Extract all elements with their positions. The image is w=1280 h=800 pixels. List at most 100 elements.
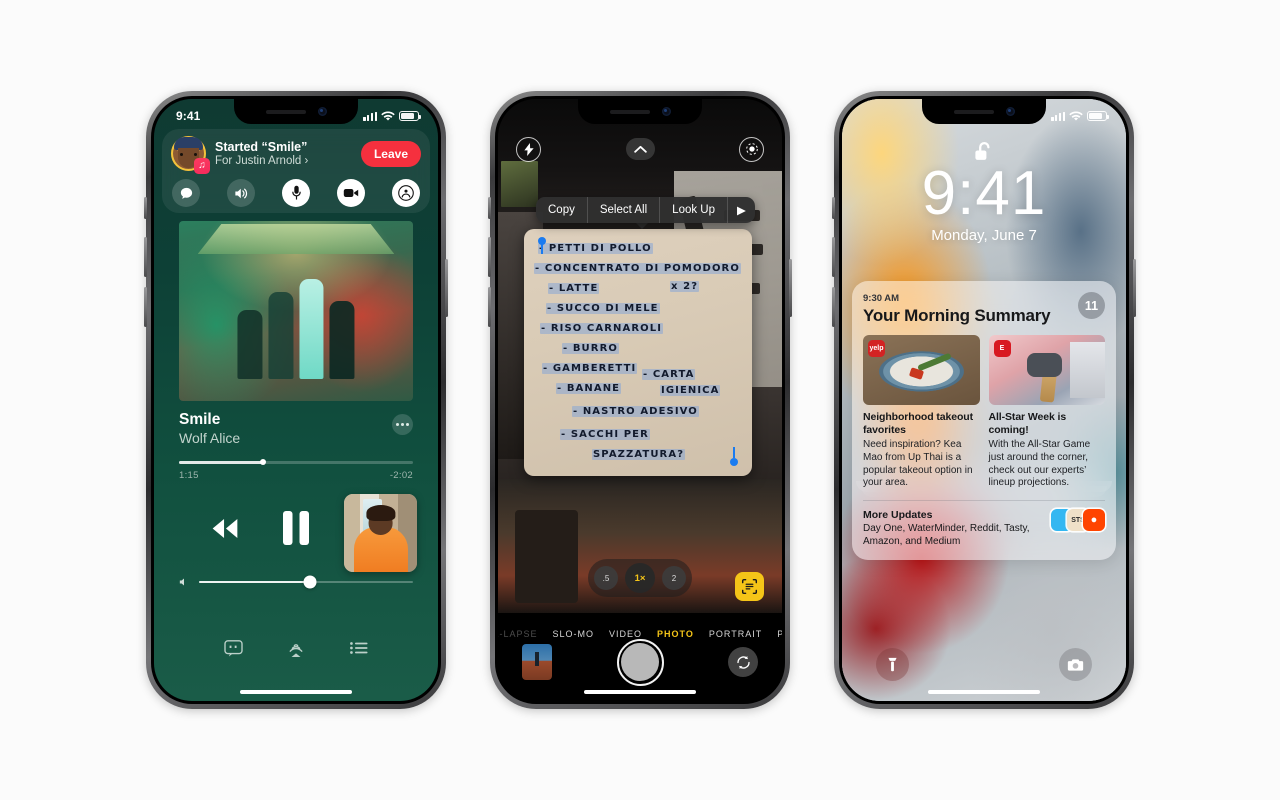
selection-end-handle[interactable] [730, 447, 738, 466]
volume-low-icon [179, 578, 184, 586]
live-text-context-menu: Copy Select All Look Up ▶ [536, 197, 755, 223]
facetime-pip-video[interactable] [344, 494, 417, 572]
power-button[interactable] [445, 259, 448, 317]
volume-down-button[interactable] [144, 287, 147, 327]
zoom-level-selector: .5 1× 2 [588, 559, 692, 597]
lyrics-icon[interactable] [224, 639, 243, 657]
front-camera-icon [317, 107, 327, 116]
shareplay-icon[interactable] [392, 179, 420, 207]
mute-switch[interactable] [832, 197, 835, 219]
power-button[interactable] [1133, 259, 1136, 317]
menu-item-select-all[interactable]: Select All [588, 197, 661, 223]
zoom-option-1x[interactable]: 1× [625, 563, 655, 593]
phone-shareplay-music: 9:41 ♫ Started “Smile” For Justin Arnold… [144, 91, 448, 709]
note-line: - LATTE [548, 283, 600, 294]
leave-button[interactable]: Leave [360, 140, 421, 167]
power-button[interactable] [789, 259, 792, 317]
home-indicator[interactable] [584, 689, 696, 694]
airplay-icon[interactable] [286, 639, 306, 657]
note-line: - SACCHI PER [560, 429, 650, 440]
chevron-up-icon[interactable] [625, 138, 655, 160]
context-menu-pointer [636, 223, 648, 229]
album-artwork[interactable] [179, 221, 413, 401]
note-line: - NASTRO ADESIVO [572, 406, 699, 417]
shutter-button[interactable] [616, 638, 664, 686]
front-camera-icon [1005, 107, 1015, 116]
menu-item-copy[interactable]: Copy [536, 197, 588, 223]
rewind-button[interactable] [206, 517, 244, 540]
zoom-option-0.5x[interactable]: .5 [594, 566, 618, 590]
mute-switch[interactable] [488, 197, 491, 219]
note-line: - RISO CARNAROLI [540, 323, 664, 334]
playback-scrubber[interactable] [179, 459, 413, 466]
volume-up-button[interactable] [488, 237, 491, 277]
notification-summary-card[interactable]: 11 9:30 AM Your Morning Summary yelp Nei… [852, 281, 1116, 561]
phones-row: 9:41 ♫ Started “Smile” For Justin Arnold… [0, 0, 1280, 800]
note-line: - PETTI DI POLLO [538, 243, 653, 254]
note-line: - BURRO [562, 343, 619, 354]
menu-item-more-arrow-icon[interactable]: ▶ [728, 197, 755, 223]
camera-icon[interactable] [1059, 648, 1092, 681]
more-updates-body: Day One, WaterMinder, Reddit, Tasty, Ama… [863, 523, 1030, 548]
home-indicator[interactable] [928, 689, 1040, 694]
photo-thumbnail[interactable] [522, 644, 552, 680]
shareplay-banner[interactable]: ♫ Started “Smile” For Justin Arnold › Le… [162, 129, 430, 213]
notification-count-badge[interactable]: 11 [1078, 292, 1105, 319]
more-updates-app-icons: STS ● [1051, 509, 1105, 532]
messages-icon[interactable] [172, 179, 200, 207]
more-updates-text: More Updates Day One, WaterMinder, Reddi… [863, 509, 1043, 548]
home-indicator[interactable] [240, 689, 352, 694]
wifi-icon [1069, 110, 1083, 121]
zoom-option-2x[interactable]: 2 [662, 566, 686, 590]
volume-handle[interactable] [303, 575, 317, 589]
camera-shutter-bar [498, 637, 782, 687]
summary-time: 9:30 AM [863, 293, 900, 304]
artwork-ceiling [197, 224, 395, 254]
cellular-bars-icon [363, 111, 377, 121]
volume-fill [199, 580, 311, 584]
speaker-icon[interactable] [227, 179, 255, 207]
scrubber-handle[interactable] [260, 459, 267, 466]
pip-person-hair [365, 504, 396, 521]
pause-button[interactable] [282, 511, 310, 545]
more-updates-section[interactable]: More Updates Day One, WaterMinder, Reddi… [863, 509, 1105, 548]
note-line: SPAZZATURA? [592, 449, 686, 460]
volume-slider[interactable] [199, 575, 413, 589]
microphone-icon[interactable] [282, 179, 310, 207]
detected-note-card[interactable]: - PETTI DI POLLO - CONCENTRATO DI POMODO… [524, 229, 752, 476]
avatar[interactable]: ♫ [171, 136, 210, 174]
mute-switch[interactable] [144, 197, 147, 219]
summary-card-allstar[interactable]: E All-Star Week is coming! With the All-… [988, 335, 1105, 490]
summary-divider [863, 500, 1105, 502]
ellipsis-icon[interactable] [392, 414, 413, 435]
queue-icon[interactable] [350, 641, 368, 655]
shareplay-subtitle[interactable]: For Justin Arnold › [215, 155, 352, 167]
remaining-time: -2:02 [389, 469, 413, 481]
summary-cards: yelp Neighborhood takeout favorites Need… [863, 335, 1105, 490]
volume-up-button[interactable] [144, 237, 147, 277]
summary-card-takeout[interactable]: yelp Neighborhood takeout favorites Need… [863, 335, 980, 490]
live-text-icon[interactable] [735, 572, 764, 601]
volume-control [179, 575, 413, 589]
menu-item-look-up[interactable]: Look Up [660, 197, 729, 223]
volume-down-button[interactable] [488, 287, 491, 327]
phone-bezel: 9:41 ♫ Started “Smile” For Justin Arnold… [151, 96, 441, 704]
battery-icon [399, 111, 421, 121]
selection-start-handle[interactable] [538, 237, 546, 254]
notch [234, 99, 358, 124]
flash-icon[interactable] [516, 136, 541, 162]
shareplay-header: ♫ Started “Smile” For Justin Arnold › Le… [162, 129, 430, 174]
live-photo-icon[interactable] [739, 136, 764, 162]
volume-up-button[interactable] [832, 237, 835, 277]
screen-lock: 9:41 Monday, June 7 11 9:30 AM Your Morn… [842, 99, 1126, 701]
volume-down-button[interactable] [832, 287, 835, 327]
flashlight-icon[interactable] [876, 648, 909, 681]
video-camera-icon[interactable] [337, 179, 365, 207]
scrubber-fill [179, 460, 264, 464]
now-playing: Smile Wolf Alice 1:15 -2:02 [179, 411, 413, 481]
status-indicators [1051, 110, 1109, 122]
phone-lock-screen: 9:41 Monday, June 7 11 9:30 AM Your Morn… [832, 91, 1136, 709]
flip-camera-icon[interactable] [728, 647, 758, 677]
now-playing-text: Smile Wolf Alice [179, 411, 240, 446]
card-headline: Neighborhood takeout favorites [863, 411, 973, 437]
